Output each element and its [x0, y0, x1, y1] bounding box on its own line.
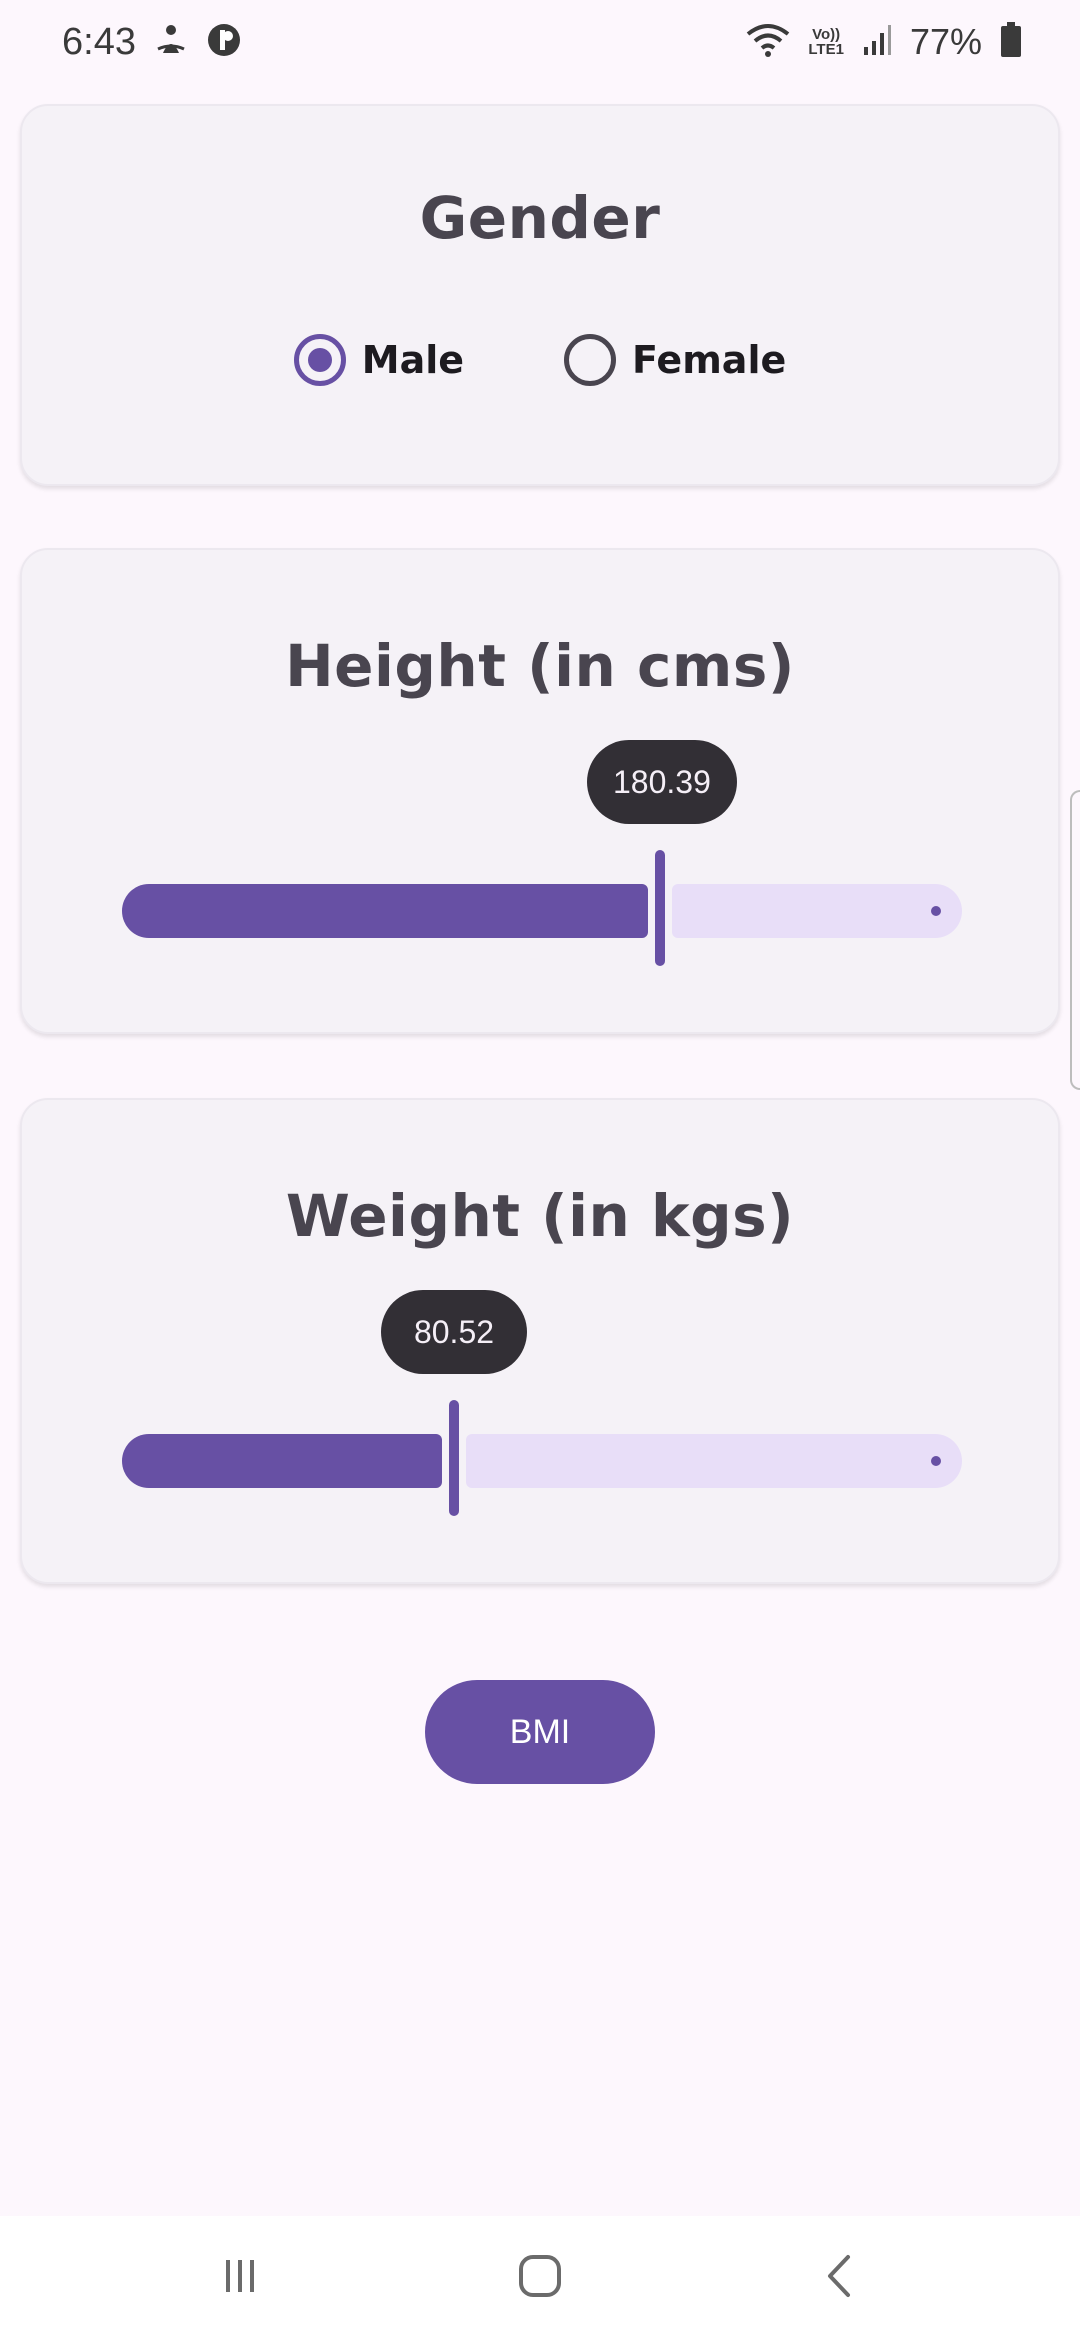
- gender-card: Gender Male Female: [20, 104, 1060, 486]
- height-track-stop-indicator: [931, 906, 941, 916]
- radio-label-male: Male: [361, 338, 465, 382]
- weight-track-stop-indicator: [931, 1456, 941, 1466]
- weight-track-inactive[interactable]: [466, 1434, 962, 1488]
- weight-value-bubble: 80.52: [381, 1290, 527, 1374]
- battery-percent: 77%: [909, 21, 982, 62]
- edge-panel-handle[interactable]: [1070, 790, 1080, 1090]
- height-track-active[interactable]: [122, 884, 648, 938]
- signal-icon: [862, 23, 892, 61]
- recent-apps-button[interactable]: [180, 2233, 300, 2323]
- navigation-bar: [0, 2216, 1080, 2340]
- height-slider[interactable]: 180.39: [122, 740, 962, 970]
- radio-option-male[interactable]: Male: [293, 334, 465, 386]
- weight-slider[interactable]: 80.52: [122, 1290, 962, 1520]
- radio-button-male[interactable]: [293, 334, 346, 386]
- height-card: Height (in cms) 180.39: [20, 548, 1060, 1034]
- height-value-bubble: 180.39: [587, 740, 737, 824]
- radio-button-female[interactable]: [564, 334, 617, 386]
- weight-track-active[interactable]: [122, 1434, 442, 1488]
- weight-title: Weight (in kgs): [285, 1182, 795, 1250]
- network-bottom-label: LTE1: [808, 41, 844, 58]
- bmi-calculator-screen: 6:43 Vo)) LTE1 77% Gender Male Female He…: [0, 0, 1080, 2340]
- height-slider-handle[interactable]: [655, 850, 665, 966]
- network-type: Vo)) LTE1: [808, 27, 844, 57]
- gender-title: Gender: [419, 184, 661, 252]
- back-button[interactable]: [780, 2233, 900, 2323]
- wifi-icon: [746, 22, 790, 62]
- gender-radio-group: Male Female: [22, 334, 1058, 386]
- back-icon: [820, 2253, 860, 2303]
- circle-app-icon: [206, 22, 242, 62]
- weight-card: Weight (in kgs) 80.52: [20, 1098, 1060, 1584]
- weight-slider-handle[interactable]: [449, 1400, 459, 1516]
- height-title: Height (in cms): [285, 632, 795, 700]
- home-icon: [517, 2253, 563, 2303]
- radio-label-female: Female: [632, 338, 787, 382]
- radio-option-female[interactable]: Female: [564, 334, 786, 386]
- battery-icon: [1000, 22, 1022, 62]
- status-left: 6:43: [62, 21, 242, 64]
- height-track-inactive[interactable]: [672, 884, 962, 938]
- bmi-button[interactable]: BMI: [425, 1680, 655, 1784]
- status-right: Vo)) LTE1 77%: [746, 21, 1022, 63]
- status-bar: 6:43 Vo)) LTE1 77%: [0, 0, 1080, 84]
- recent-apps-icon: [220, 2256, 260, 2300]
- status-time: 6:43: [62, 20, 136, 63]
- meditation-icon: [154, 23, 188, 61]
- home-button[interactable]: [480, 2233, 600, 2323]
